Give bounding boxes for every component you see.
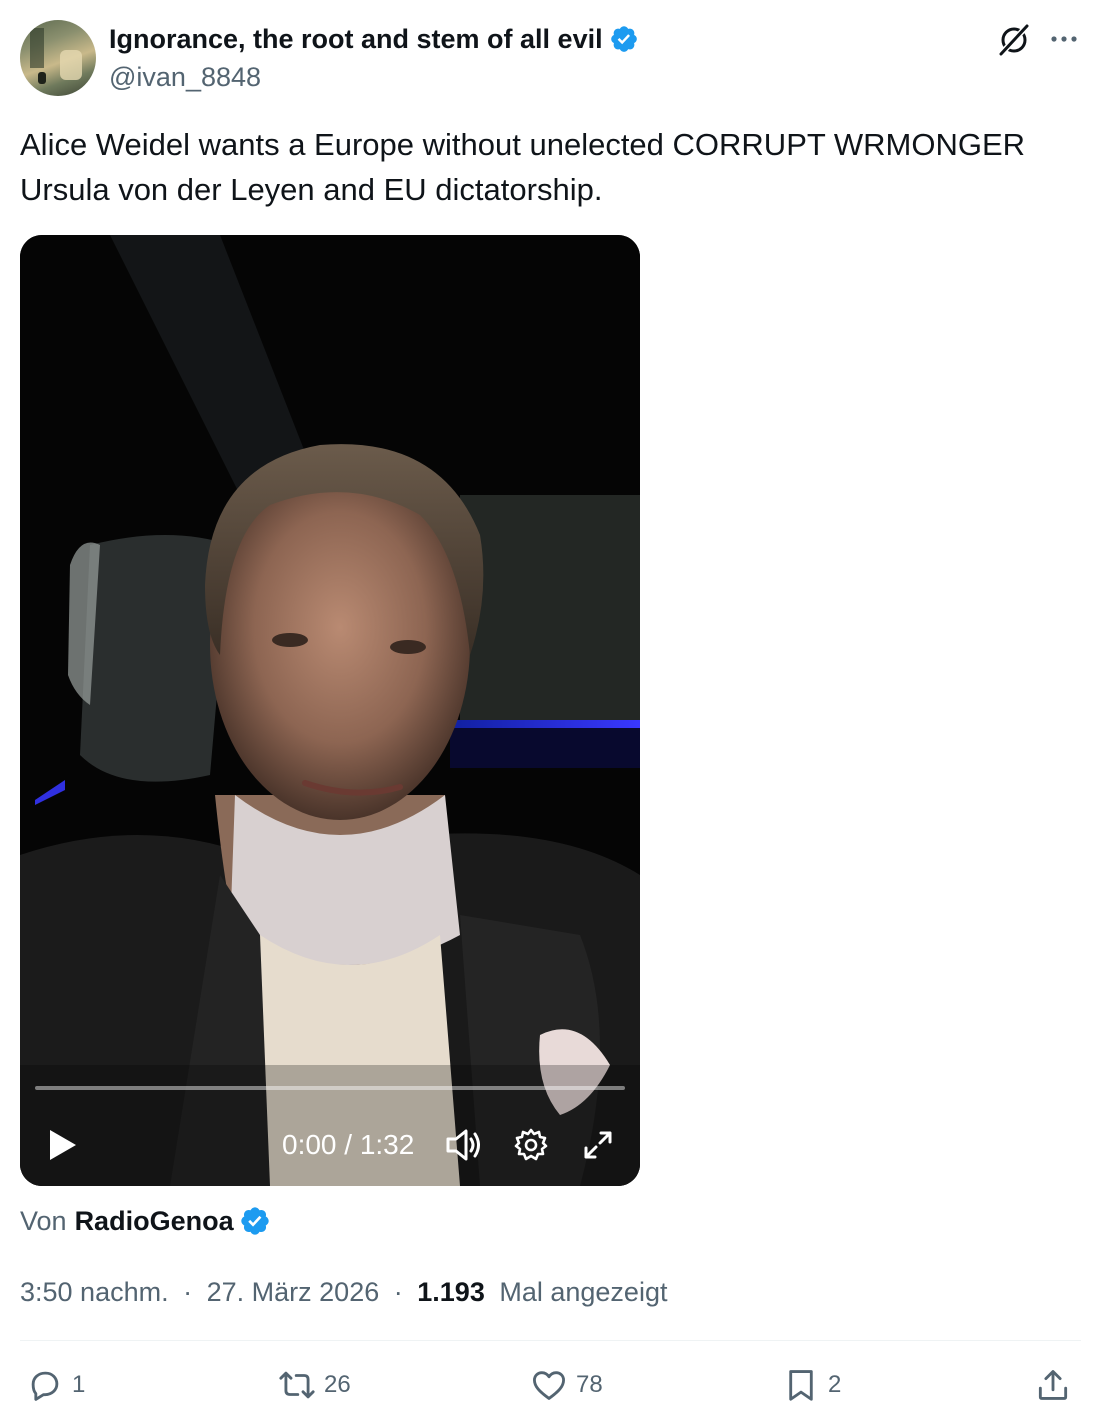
tweet-card: Ignorance, the root and stem of all evil… (0, 0, 1096, 1423)
bookmark-button[interactable]: 2 (782, 1365, 841, 1405)
video-progress-bar[interactable] (35, 1086, 625, 1090)
bookmark-count: 2 (828, 1371, 842, 1398)
repost-count: 26 (324, 1371, 351, 1398)
heart-icon (533, 1371, 565, 1400)
like-count: 78 (576, 1371, 603, 1398)
divider (20, 1340, 1081, 1341)
fullscreen-icon[interactable] (582, 1129, 614, 1161)
more-options-icon[interactable] (1047, 24, 1081, 54)
views-label: Mal angezeigt (499, 1277, 668, 1307)
repost-icon (279, 1371, 315, 1399)
video-source: Von RadioGenoa (20, 1203, 271, 1239)
author-handle[interactable]: @ivan_8848 (109, 61, 261, 93)
share-icon (1038, 1370, 1068, 1400)
video-player[interactable]: 0:00 / 1:32 (20, 235, 640, 1186)
meta-separator: · (183, 1277, 193, 1307)
author-display-name[interactable]: Ignorance, the root and stem of all evil (109, 22, 603, 56)
reply-icon (31, 1371, 59, 1401)
tweet-date[interactable]: 27. März 2026 (207, 1277, 380, 1307)
source-verified-badge-icon (240, 1207, 269, 1235)
tweet-meta: 3:50 nachm. · 27. März 2026 · 1.193 Mal … (20, 1274, 667, 1310)
reply-count: 1 (72, 1371, 86, 1398)
grok-icon[interactable] (996, 22, 1032, 58)
reply-button[interactable]: 1 (26, 1365, 85, 1405)
meta-separator: · (393, 1277, 403, 1307)
bookmark-icon (789, 1370, 813, 1401)
video-time-label: 0:00 / 1:32 (282, 1129, 415, 1160)
source-prefix: Von (20, 1206, 67, 1236)
tweet-text: Alice Weidel wants a Europe without unel… (20, 127, 1026, 207)
views-count: 1.193 (417, 1277, 485, 1307)
settings-icon[interactable] (514, 1128, 548, 1162)
play-icon[interactable] (48, 1128, 78, 1162)
verified-badge-icon (610, 26, 637, 52)
like-button[interactable]: 78 (530, 1365, 603, 1405)
source-name[interactable]: RadioGenoa (75, 1203, 234, 1239)
tweet-time[interactable]: 3:50 nachm. (20, 1277, 169, 1307)
share-button[interactable] (1034, 1365, 1072, 1405)
volume-icon[interactable] (444, 1127, 484, 1163)
video-frame (20, 235, 640, 1186)
author-name-row[interactable]: Ignorance, the root and stem of all evil (109, 22, 639, 56)
avatar[interactable] (20, 20, 96, 96)
repost-button[interactable]: 26 (278, 1365, 351, 1405)
